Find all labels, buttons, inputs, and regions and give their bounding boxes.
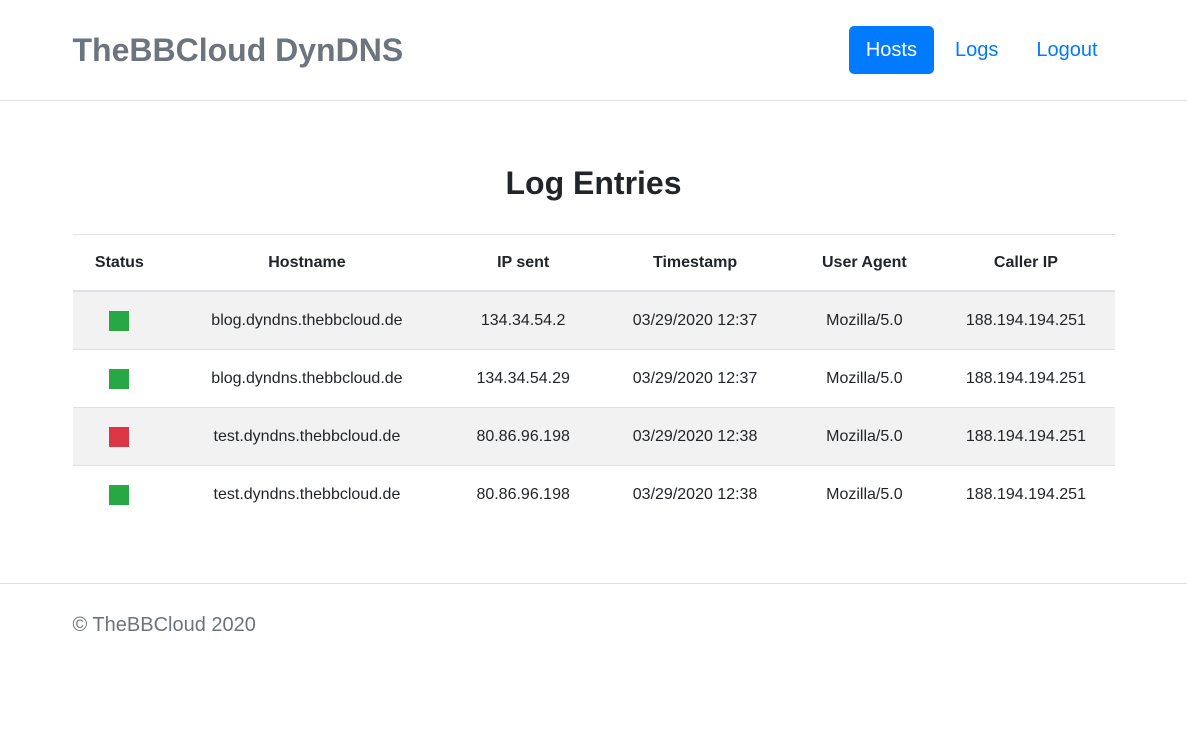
hostname-cell: blog.dyndns.thebbcloud.de [166,350,447,408]
status-cell [73,291,167,350]
caller-ip-cell: 188.194.194.251 [937,291,1114,350]
table-row: blog.dyndns.thebbcloud.de 134.34.54.2 03… [73,291,1115,350]
timestamp-cell: 03/29/2020 12:37 [599,350,792,408]
page-title: Log Entries [73,165,1115,202]
status-indicator [109,369,129,389]
timestamp-cell: 03/29/2020 12:38 [599,408,792,466]
caller-ip-cell: 188.194.194.251 [937,408,1114,466]
ip-sent-cell: 134.34.54.29 [448,350,599,408]
caller-ip-cell: 188.194.194.251 [937,466,1114,524]
nav-logs-link[interactable]: Logs [938,26,1015,74]
user-agent-cell: Mozilla/5.0 [791,350,937,408]
hostname-cell: test.dyndns.thebbcloud.de [166,466,447,524]
status-indicator [109,485,129,505]
caller-ip-cell: 188.194.194.251 [937,350,1114,408]
log-table-header: Status Hostname IP sent Timestamp User A… [73,235,1115,292]
ip-sent-cell: 80.86.96.198 [448,466,599,524]
column-header-caller-ip: Caller IP [937,235,1114,292]
status-cell [73,466,167,524]
user-agent-cell: Mozilla/5.0 [791,466,937,524]
table-row: test.dyndns.thebbcloud.de 80.86.96.198 0… [73,466,1115,524]
status-cell [73,408,167,466]
main-nav: Hosts Logs Logout [845,26,1115,74]
user-agent-cell: Mozilla/5.0 [791,408,937,466]
column-header-hostname: Hostname [166,235,447,292]
copyright-text: © TheBBCloud 2020 [73,614,1115,637]
column-header-ip-sent: IP sent [448,235,599,292]
hostname-cell: blog.dyndns.thebbcloud.de [166,291,447,350]
log-table-body: blog.dyndns.thebbcloud.de 134.34.54.2 03… [73,291,1115,523]
column-header-timestamp: Timestamp [599,235,792,292]
column-header-user-agent: User Agent [791,235,937,292]
timestamp-cell: 03/29/2020 12:38 [599,466,792,524]
brand-title: TheBBCloud DynDNS [73,32,404,69]
ip-sent-cell: 80.86.96.198 [448,408,599,466]
site-footer: © TheBBCloud 2020 [0,583,1187,707]
table-row: blog.dyndns.thebbcloud.de 134.34.54.29 0… [73,350,1115,408]
timestamp-cell: 03/29/2020 12:37 [599,291,792,350]
nav-logout-link[interactable]: Logout [1019,26,1114,74]
status-cell [73,350,167,408]
main-content: Log Entries Status Hostname IP sent Time… [73,165,1115,523]
status-indicator [109,427,129,447]
column-header-status: Status [73,235,167,292]
user-agent-cell: Mozilla/5.0 [791,291,937,350]
nav-hosts-button[interactable]: Hosts [849,26,934,74]
table-row: test.dyndns.thebbcloud.de 80.86.96.198 0… [73,408,1115,466]
log-entries-table: Status Hostname IP sent Timestamp User A… [73,234,1115,523]
status-indicator [109,311,129,331]
site-header: TheBBCloud DynDNS Hosts Logs Logout [0,0,1187,101]
hostname-cell: test.dyndns.thebbcloud.de [166,408,447,466]
ip-sent-cell: 134.34.54.2 [448,291,599,350]
